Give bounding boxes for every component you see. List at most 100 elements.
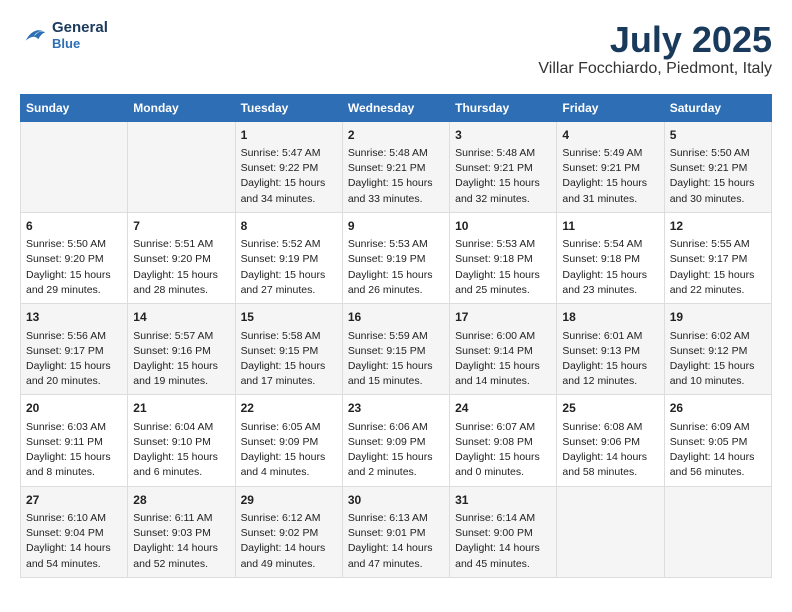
calendar-day-cell: 8Sunrise: 5:52 AMSunset: 9:19 PMDaylight… (235, 212, 342, 303)
calendar-title: July 2025 (538, 20, 772, 60)
day-info: and 12 minutes. (562, 374, 658, 389)
day-info: and 23 minutes. (562, 283, 658, 298)
day-info: Sunrise: 6:08 AM (562, 420, 658, 435)
day-info: Sunrise: 6:01 AM (562, 329, 658, 344)
day-number: 17 (455, 309, 551, 326)
day-info: Daylight: 14 hours (133, 541, 229, 556)
day-info: Sunrise: 6:04 AM (133, 420, 229, 435)
calendar-week-row: 20Sunrise: 6:03 AMSunset: 9:11 PMDayligh… (21, 395, 772, 486)
calendar-day-cell (128, 121, 235, 212)
day-info: and 52 minutes. (133, 557, 229, 572)
day-info: Daylight: 15 hours (348, 176, 444, 191)
day-number: 13 (26, 309, 122, 326)
day-info: and 47 minutes. (348, 557, 444, 572)
day-info: Sunset: 9:10 PM (133, 435, 229, 450)
day-info: Sunrise: 6:00 AM (455, 329, 551, 344)
day-info: Sunrise: 6:05 AM (241, 420, 337, 435)
day-info: Sunset: 9:15 PM (348, 344, 444, 359)
day-info: Sunrise: 6:12 AM (241, 511, 337, 526)
calendar-day-cell: 16Sunrise: 5:59 AMSunset: 9:15 PMDayligh… (342, 304, 449, 395)
day-info: Daylight: 15 hours (670, 359, 766, 374)
day-info: and 19 minutes. (133, 374, 229, 389)
day-info: Sunset: 9:12 PM (670, 344, 766, 359)
day-info: and 15 minutes. (348, 374, 444, 389)
day-info: and 17 minutes. (241, 374, 337, 389)
calendar-day-cell: 21Sunrise: 6:04 AMSunset: 9:10 PMDayligh… (128, 395, 235, 486)
day-info: Sunrise: 5:53 AM (348, 237, 444, 252)
day-info: and 30 minutes. (670, 192, 766, 207)
day-info: and 32 minutes. (455, 192, 551, 207)
day-info: Sunset: 9:04 PM (26, 526, 122, 541)
day-number: 23 (348, 400, 444, 417)
day-info: Sunrise: 6:10 AM (26, 511, 122, 526)
day-number: 6 (26, 218, 122, 235)
day-info: Sunset: 9:00 PM (455, 526, 551, 541)
day-info: Sunset: 9:21 PM (455, 161, 551, 176)
day-info: Sunrise: 6:03 AM (26, 420, 122, 435)
day-info: and 28 minutes. (133, 283, 229, 298)
day-number: 15 (241, 309, 337, 326)
calendar-day-cell: 28Sunrise: 6:11 AMSunset: 9:03 PMDayligh… (128, 486, 235, 577)
day-info: Sunrise: 5:50 AM (26, 237, 122, 252)
day-number: 14 (133, 309, 229, 326)
day-info: Daylight: 15 hours (455, 268, 551, 283)
calendar-day-cell: 11Sunrise: 5:54 AMSunset: 9:18 PMDayligh… (557, 212, 664, 303)
day-info: Sunrise: 6:09 AM (670, 420, 766, 435)
calendar-day-cell: 14 Sunrise: 5:57 AMSunset: 9:16 PMDayligh… (128, 304, 235, 395)
day-number: 1 (241, 127, 337, 144)
day-info: Sunrise: 6:06 AM (348, 420, 444, 435)
day-number: 7 (133, 218, 229, 235)
day-info: Daylight: 15 hours (455, 176, 551, 191)
calendar-day-cell: 3 Sunrise: 5:48 AMSunset: 9:21 PMDaylight… (450, 121, 557, 212)
day-number: 28 (133, 492, 229, 509)
day-info: Sunset: 9:17 PM (26, 344, 122, 359)
calendar-day-cell: 24Sunrise: 6:07 AMSunset: 9:08 PMDayligh… (450, 395, 557, 486)
calendar-day-cell: 18Sunrise: 6:01 AMSunset: 9:13 PMDayligh… (557, 304, 664, 395)
day-info: Daylight: 14 hours (562, 450, 658, 465)
day-info: Daylight: 15 hours (455, 450, 551, 465)
day-info: Sunrise: 5:48 AM (348, 146, 444, 161)
day-info: Sunset: 9:15 PM (241, 344, 337, 359)
day-number: 18 (562, 309, 658, 326)
day-info: Sunrise: 5:57 AM (133, 329, 229, 344)
calendar-header-row: SundayMondayTuesdayWednesdayThursdayFrid… (21, 94, 772, 121)
day-number: 16 (348, 309, 444, 326)
day-number: 3 (455, 127, 551, 144)
day-info: Sunset: 9:22 PM (241, 161, 337, 176)
day-number: 24 (455, 400, 551, 417)
day-info: Daylight: 14 hours (670, 450, 766, 465)
day-number: 29 (241, 492, 337, 509)
calendar-day-cell: 19Sunrise: 6:02 AMSunset: 9:12 PMDayligh… (664, 304, 771, 395)
day-info: Daylight: 15 hours (26, 268, 122, 283)
day-info: Sunrise: 5:52 AM (241, 237, 337, 252)
day-info: Sunrise: 5:48 AM (455, 146, 551, 161)
calendar-day-cell: 25Sunrise: 6:08 AMSunset: 9:06 PMDayligh… (557, 395, 664, 486)
day-info: Sunrise: 5:49 AM (562, 146, 658, 161)
day-number: 30 (348, 492, 444, 509)
day-of-week-header: Saturday (664, 94, 771, 121)
day-info: Sunset: 9:20 PM (133, 252, 229, 267)
day-info: Sunrise: 5:51 AM (133, 237, 229, 252)
day-of-week-header: Monday (128, 94, 235, 121)
day-of-week-header: Sunday (21, 94, 128, 121)
calendar-day-cell: 27Sunrise: 6:10 AMSunset: 9:04 PMDayligh… (21, 486, 128, 577)
day-info: Daylight: 15 hours (348, 268, 444, 283)
day-info: Sunrise: 6:14 AM (455, 511, 551, 526)
day-info: and 10 minutes. (670, 374, 766, 389)
day-info: Sunset: 9:08 PM (455, 435, 551, 450)
day-of-week-header: Wednesday (342, 94, 449, 121)
calendar-day-cell: 12Sunrise: 5:55 AMSunset: 9:17 PMDayligh… (664, 212, 771, 303)
day-info: Sunset: 9:11 PM (26, 435, 122, 450)
calendar-day-cell: 7Sunrise: 5:51 AMSunset: 9:20 PMDaylight… (128, 212, 235, 303)
day-info: Daylight: 15 hours (133, 359, 229, 374)
day-info: Sunrise: 5:56 AM (26, 329, 122, 344)
logo-icon (20, 21, 48, 49)
day-info: Sunset: 9:16 PM (133, 344, 229, 359)
day-info: and 25 minutes. (455, 283, 551, 298)
day-info: Sunset: 9:20 PM (26, 252, 122, 267)
day-info: and 2 minutes. (348, 465, 444, 480)
calendar-day-cell: 4Sunrise: 5:49 AMSunset: 9:21 PMDaylight… (557, 121, 664, 212)
day-info: Sunset: 9:03 PM (133, 526, 229, 541)
day-number: 11 (562, 218, 658, 235)
day-info: Sunset: 9:21 PM (670, 161, 766, 176)
